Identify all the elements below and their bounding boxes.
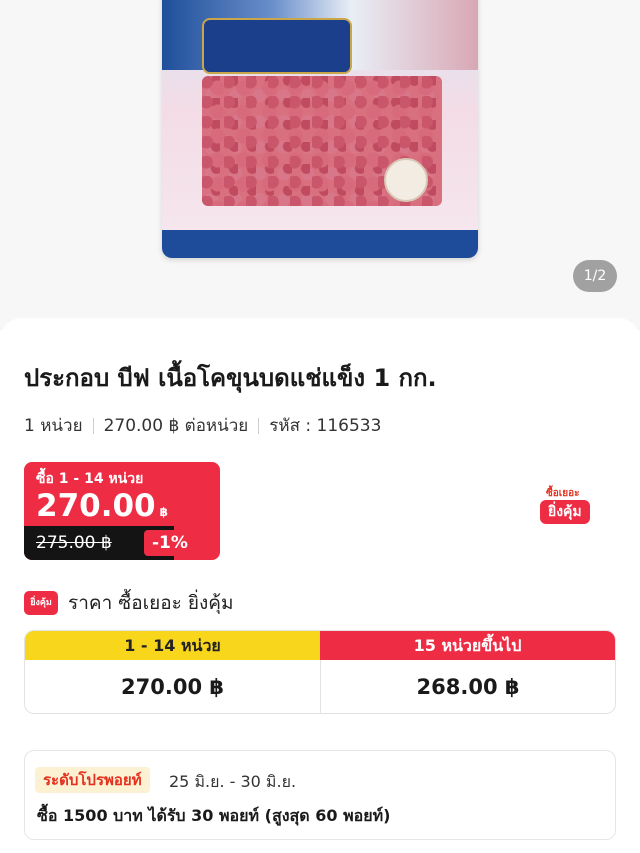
tier-column: 15 หน่วยขึ้นไป 268.00 ฿	[320, 631, 615, 713]
tier-price-table: 1 - 14 หน่วย 270.00 ฿ 15 หน่วยขึ้นไป 268…	[24, 630, 616, 714]
tier-price: 270.00 ฿	[121, 675, 224, 699]
divider	[92, 417, 94, 434]
tier-price: 268.00 ฿	[320, 660, 615, 713]
pack-footer-band	[162, 230, 478, 258]
promo-tag: ระดับโปรพอยท์	[35, 767, 150, 793]
promo-date: 25 มิ.ย. - 30 มิ.ย.	[169, 772, 297, 791]
bulk-deal-mini-icon: ยิ่งคุ้ม	[24, 591, 58, 615]
product-image	[162, 0, 478, 258]
bulk-deal-badge-top: ซื้อเยอะ	[546, 488, 580, 499]
current-price: 270.00 ฿	[36, 488, 168, 524]
price-box: ซื้อ 1 - 14 หน่วย 270.00 ฿ 275.00 ฿ -1%	[24, 462, 220, 560]
bulk-deal-badge-icon: ซื้อเยอะ ยิ่งคุ้ม	[530, 486, 602, 526]
promo-point-card[interactable]: ระดับโปรพอยท์ 25 มิ.ย. - 30 มิ.ย. ซื้อ 1…	[24, 750, 616, 840]
tier-section-title: ราคา ซื้อเยอะ ยิ่งคุ้ม	[68, 592, 234, 614]
price-value: 270.00	[36, 488, 156, 524]
tier-range: 15 หน่วยขึ้นไป	[320, 631, 615, 660]
price-range-label: ซื้อ 1 - 14 หน่วย	[36, 471, 144, 487]
tier-section-header: ยิ่งคุ้ม ราคา ซื้อเยอะ ยิ่งคุ้ม	[24, 588, 234, 618]
currency-symbol: ฿	[159, 505, 168, 519]
tier-range: 1 - 14 หน่วย	[25, 631, 320, 660]
tier-column: 1 - 14 หน่วย 270.00 ฿	[25, 631, 320, 713]
image-pager: 1/2	[573, 260, 617, 292]
bulk-deal-badge-main: ยิ่งคุ้ม	[540, 500, 590, 524]
product-meta: 1 หน่วย 270.00 ฿ ต่อหน่วย รหัส : 116533	[24, 412, 381, 439]
unit-text: 1 หน่วย	[24, 416, 83, 436]
sku-text: รหัส : 116533	[269, 416, 382, 436]
discount-badge: -1%	[144, 530, 196, 556]
promo-description: ซื้อ 1500 บาท ได้รับ 30 พอยท์ (สูงสุด 60…	[37, 806, 391, 825]
product-gallery[interactable]: 1/2	[0, 0, 640, 330]
product-title: ประกอบ บีฟ เนื้อโคขุนบดแช่แข็ง 1 กก.	[24, 364, 437, 392]
divider	[258, 417, 260, 434]
seal-icon	[384, 158, 428, 202]
old-price: 275.00 ฿	[36, 533, 112, 553]
unit-price-text: 270.00 ฿ ต่อหน่วย	[103, 416, 249, 436]
brand-logo	[202, 18, 352, 74]
